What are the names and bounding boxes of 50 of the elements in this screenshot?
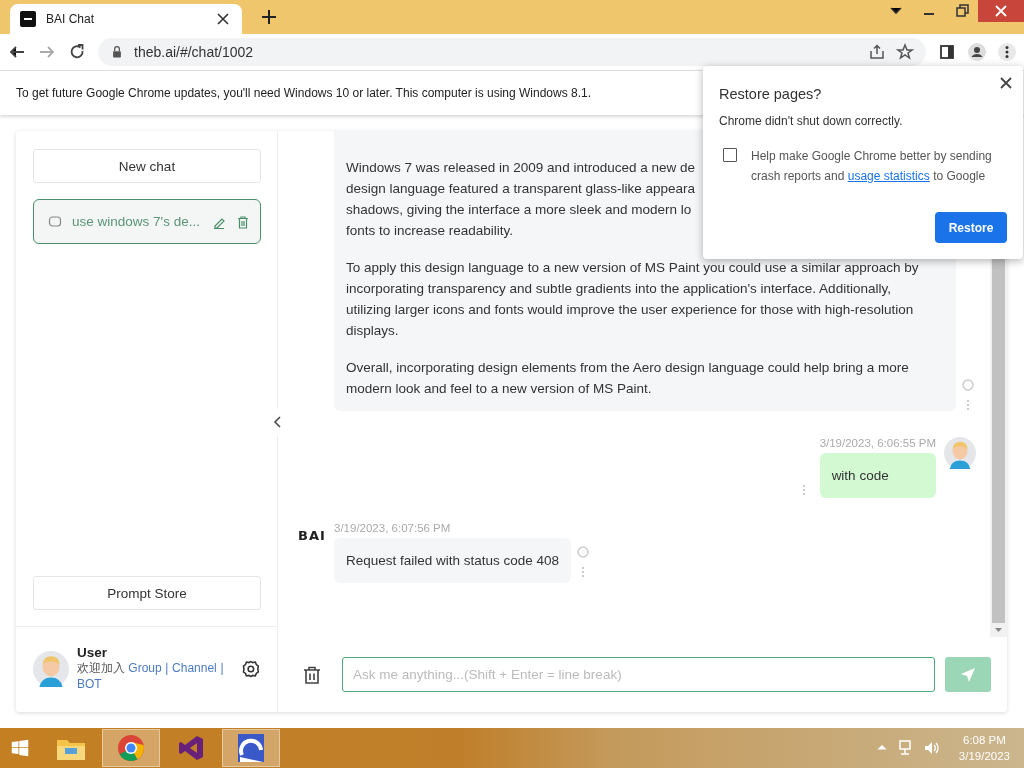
chevron-left-icon (272, 415, 284, 429)
new-chat-button[interactable]: New chat (33, 149, 261, 183)
message-input[interactable]: Ask me anything...(Shift + Enter = line break) (342, 657, 935, 692)
welcome-text: 欢迎加入 (77, 661, 126, 675)
message-text: with code (831, 467, 889, 485)
share-icon[interactable] (868, 43, 886, 61)
restore-button[interactable]: Restore (935, 212, 1007, 243)
star-icon[interactable] (896, 43, 914, 61)
community-link[interactable]: BOT (77, 677, 102, 691)
bot-avatar: BAI (298, 528, 326, 543)
reload-icon[interactable] (68, 43, 86, 61)
settings-icon[interactable] (241, 658, 261, 679)
lock-icon (110, 45, 124, 59)
message-time: 3/19/2023, 6:07:56 PM (334, 522, 452, 534)
community-link[interactable]: Channel (172, 661, 217, 675)
site-icon (20, 11, 36, 27)
dialog-message: Chrome didn't shut down correctly. (719, 114, 904, 128)
delete-icon[interactable] (236, 214, 250, 229)
checkbox-label: Help make Google Chrome better by sending crash reports and usage statistics to Google (751, 148, 993, 185)
community-link[interactable]: Group (128, 661, 162, 675)
close-icon[interactable] (999, 76, 1013, 90)
dialog-title: Restore pages? (719, 86, 823, 102)
user-avatar (944, 437, 976, 469)
link-separator: | (165, 661, 169, 675)
chat-item[interactable]: use windows 7's de... (33, 199, 261, 244)
checkbox[interactable] (723, 148, 737, 162)
browser-icon[interactable] (117, 734, 145, 762)
arc-icon[interactable] (237, 733, 265, 763)
link-separator: | (220, 661, 224, 675)
send-icon (960, 666, 976, 683)
ribbon-icon[interactable] (177, 734, 205, 762)
message-text: Request failed with status code 408 (346, 552, 560, 570)
message-text: To apply this design language to a new version of MS Paint you could use a similar approach by incorporating transparency and subtle gradients into the application's interface. Additionally, utilizing larger icons and fonts would improve the user experience for those with high-resolution displays. (346, 259, 919, 340)
message-text: Overall, incorporating design elements from the Aero design language could help bring a more modern look and feel to a new version of MS Paint. (346, 359, 909, 398)
profile-icon[interactable] (968, 43, 986, 61)
browser-tab[interactable]: BAI Chat (10, 4, 242, 34)
user-name: User (77, 645, 109, 660)
message-time: 3/19/2023, 6:06:55 PM (819, 437, 936, 449)
chat-icon (48, 214, 62, 229)
prompt-store-button[interactable]: Prompt Store (33, 576, 261, 610)
user-avatar (33, 650, 69, 687)
address-bar[interactable]: theb.ai/#/chat/1002 (98, 38, 926, 66)
delete-icon[interactable] (302, 664, 322, 685)
loading-icon (962, 379, 974, 391)
usage-link[interactable]: usage statistics (847, 169, 930, 183)
side-panel-icon[interactable] (938, 43, 956, 61)
windows-icon[interactable] (11, 739, 29, 757)
loading-icon (577, 545, 590, 558)
message-text: Windows 7 was released in 2009 and introduced a new de design language featured a transparent glass-like appeara shadows, giving the interface a more sleek and modern lo fonts to increase readability. (346, 159, 695, 240)
menu-icon[interactable] (998, 43, 1016, 61)
